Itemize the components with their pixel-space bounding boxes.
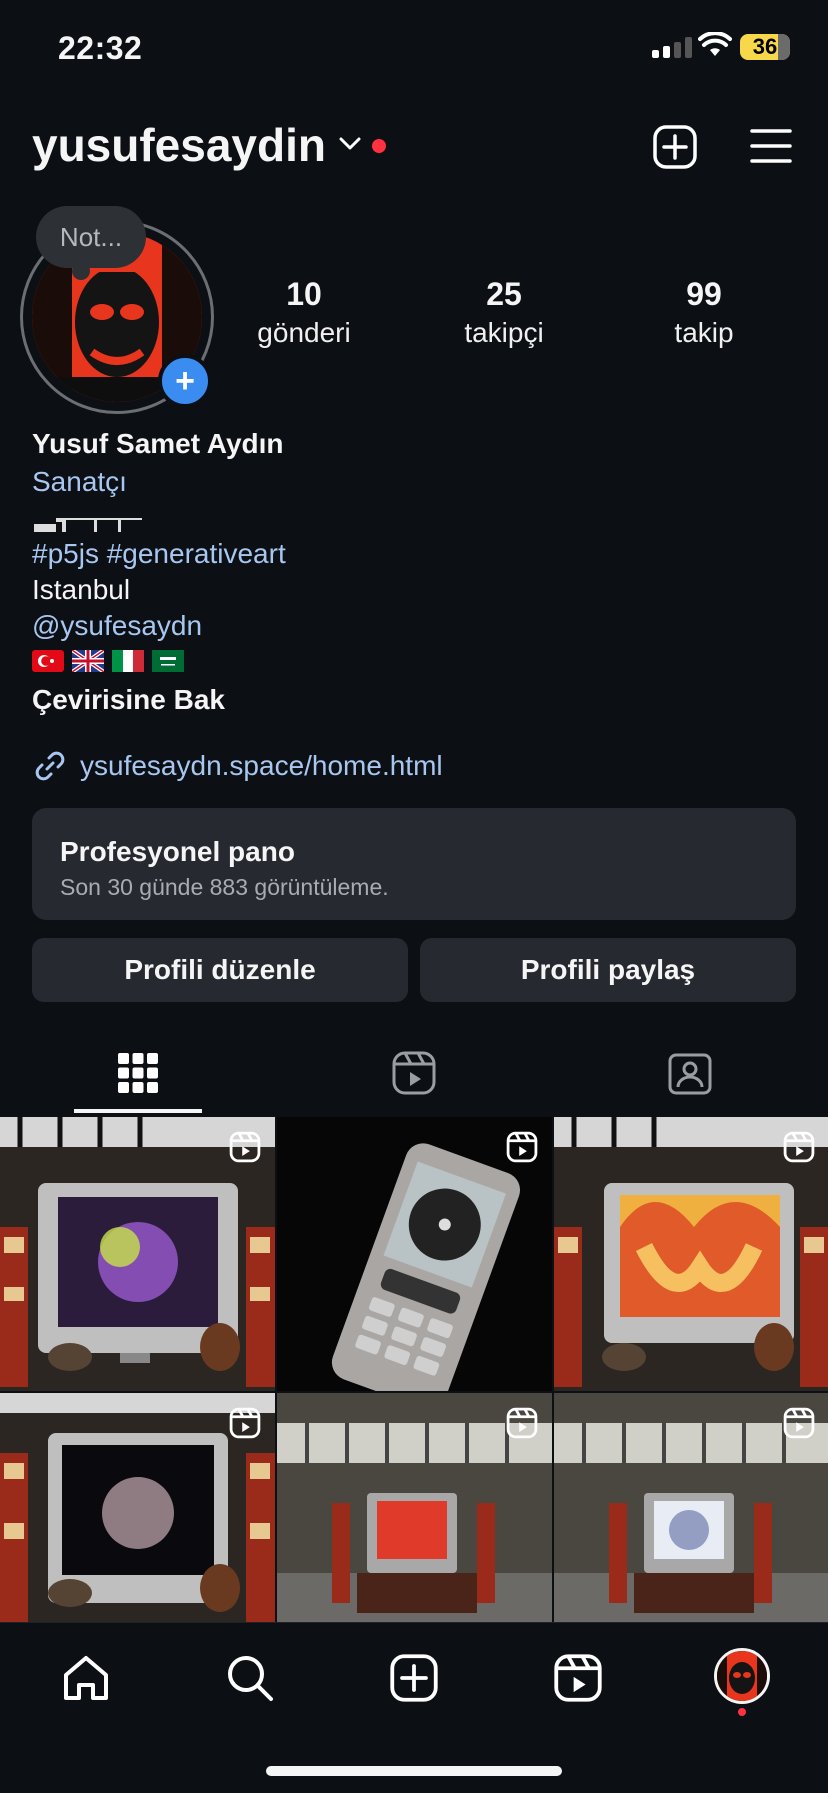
reels-icon bbox=[391, 1050, 437, 1101]
stat-following-label: takip bbox=[674, 317, 734, 348]
stat-posts[interactable]: 10 gönderi bbox=[224, 276, 384, 349]
uk-flag-icon bbox=[70, 648, 106, 674]
tagged-icon bbox=[667, 1050, 713, 1101]
edit-profile-button[interactable]: Profili düzenle bbox=[32, 938, 408, 1002]
profile-city: Istanbul bbox=[32, 574, 131, 605]
stat-posts-number: 10 bbox=[286, 276, 322, 312]
note-bubble[interactable]: Not... bbox=[36, 206, 146, 268]
profile-name: Yusuf Samet Aydın bbox=[32, 428, 284, 459]
professional-dashboard[interactable]: Profesyonel pano Son 30 günde 883 görünt… bbox=[32, 808, 796, 920]
battery-level: 36 bbox=[752, 34, 778, 59]
wifi-icon bbox=[698, 31, 732, 63]
stat-posts-label: gönderi bbox=[257, 317, 351, 348]
home-icon[interactable] bbox=[58, 1650, 114, 1706]
pro-dashboard-subtitle: Son 30 günde 883 görüntüleme. bbox=[60, 874, 389, 900]
tab-reels[interactable] bbox=[384, 1048, 444, 1102]
pro-dashboard-title: Profesyonel pano bbox=[60, 836, 295, 867]
post-thumbnail[interactable] bbox=[277, 1117, 552, 1391]
gun-emoji-decoration bbox=[32, 512, 148, 539]
home-indicator bbox=[266, 1766, 562, 1776]
status-time: 22:32 bbox=[58, 30, 143, 66]
stat-following-number: 99 bbox=[686, 276, 722, 312]
profile-link[interactable]: ysufesaydn.space/home.html bbox=[80, 750, 443, 782]
post-thumbnail[interactable] bbox=[554, 1393, 828, 1622]
stat-followers-label: takipçi bbox=[464, 317, 544, 348]
stat-followers[interactable]: 25 takipçi bbox=[424, 276, 584, 349]
add-story-button[interactable]: + bbox=[158, 354, 212, 408]
search-icon[interactable] bbox=[222, 1650, 278, 1706]
saudi-flag-icon bbox=[152, 650, 184, 672]
reels-icon[interactable] bbox=[550, 1650, 606, 1706]
reel-indicator-icon bbox=[783, 1407, 815, 1444]
active-tab-indicator bbox=[74, 1109, 202, 1113]
profile-mention[interactable]: @ysufesaydn bbox=[32, 610, 202, 642]
reel-indicator-icon bbox=[506, 1131, 538, 1168]
profile-category[interactable]: Sanatçı bbox=[32, 466, 127, 498]
post-thumbnail[interactable] bbox=[0, 1393, 275, 1622]
stat-following[interactable]: 99 takip bbox=[624, 276, 784, 349]
italy-flag-icon bbox=[112, 650, 144, 672]
post-thumbnail[interactable] bbox=[277, 1393, 552, 1622]
battery-icon: 36 bbox=[740, 34, 790, 60]
turkey-flag-icon bbox=[32, 650, 64, 672]
profile-avatar[interactable] bbox=[714, 1648, 770, 1704]
chevron-down-icon[interactable] bbox=[338, 136, 362, 157]
new-post-icon[interactable] bbox=[652, 124, 698, 175]
stat-followers-number: 25 bbox=[486, 276, 522, 312]
reel-indicator-icon bbox=[506, 1407, 538, 1444]
reel-indicator-icon bbox=[229, 1407, 261, 1444]
create-icon[interactable] bbox=[386, 1650, 442, 1706]
notification-dot bbox=[738, 1708, 746, 1716]
reel-indicator-icon bbox=[229, 1131, 261, 1168]
post-thumbnail[interactable] bbox=[0, 1117, 275, 1391]
profile-hashtags[interactable]: #p5js #generativeart bbox=[32, 538, 286, 570]
reel-indicator-icon bbox=[783, 1131, 815, 1168]
cellular-signal-icon bbox=[652, 36, 692, 58]
link-icon bbox=[32, 748, 68, 789]
notification-dot bbox=[372, 139, 386, 153]
flag-emojis bbox=[32, 648, 184, 674]
post-thumbnail[interactable] bbox=[554, 1117, 828, 1391]
menu-icon[interactable] bbox=[750, 128, 792, 169]
tab-grid[interactable] bbox=[108, 1048, 168, 1102]
grid-icon bbox=[116, 1051, 160, 1100]
tab-tagged[interactable] bbox=[660, 1048, 720, 1102]
username-title[interactable]: yusufesaydin bbox=[32, 118, 326, 172]
see-translation-link[interactable]: Çevirisine Bak bbox=[32, 684, 225, 716]
share-profile-button[interactable]: Profili paylaş bbox=[420, 938, 796, 1002]
